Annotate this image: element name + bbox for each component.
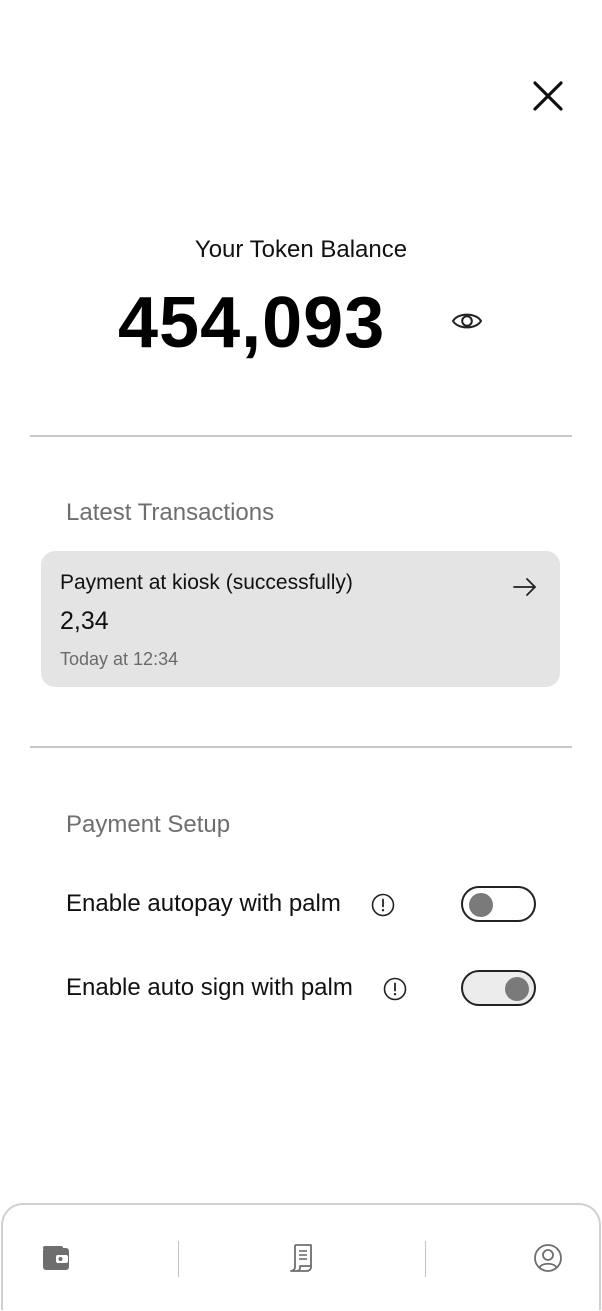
- nav-item-receipts[interactable]: [242, 1205, 362, 1310]
- nav-item-wallet[interactable]: [0, 1205, 116, 1310]
- receipt-icon: [290, 1243, 312, 1272]
- close-button[interactable]: [528, 76, 568, 116]
- arrow-right-icon[interactable]: [511, 575, 539, 599]
- nav-separator: [178, 1241, 179, 1277]
- transaction-card[interactable]: Payment at kiosk (successfully) 2,34 Tod…: [41, 551, 560, 687]
- wallet-screen: Your Token Balance 454,093 Latest Transa…: [0, 0, 602, 1311]
- transaction-amount: 2,34: [60, 607, 109, 635]
- transactions-section-title: Latest Transactions: [66, 499, 275, 526]
- setting-label-auto-sign: Enable auto sign with palm: [66, 974, 353, 1001]
- setting-row-auto-sign: Enable auto sign with palm: [66, 970, 546, 1010]
- toggle-knob: [469, 893, 493, 917]
- profile-icon: [534, 1243, 562, 1272]
- payment-setup-section-title: Payment Setup: [66, 811, 231, 838]
- info-icon[interactable]: [371, 893, 395, 917]
- divider: [30, 746, 572, 748]
- setting-label-autopay: Enable autopay with palm: [66, 890, 341, 917]
- nav-separator: [425, 1241, 426, 1277]
- toggle-visibility-button[interactable]: [449, 307, 485, 335]
- info-icon[interactable]: [383, 977, 407, 1001]
- setting-row-autopay: Enable autopay with palm: [66, 886, 546, 926]
- transaction-time: Today at 12:34: [60, 649, 179, 669]
- wallet-icon: [43, 1245, 69, 1270]
- autopay-toggle[interactable]: [461, 886, 536, 922]
- auto-sign-toggle[interactable]: [461, 970, 536, 1006]
- transaction-title: Payment at kiosk (successfully): [60, 571, 353, 594]
- bottom-nav: [1, 1203, 601, 1310]
- eye-icon: [451, 313, 483, 329]
- toggle-knob: [505, 977, 529, 1001]
- balance-label: Your Token Balance: [194, 236, 408, 263]
- balance-value: 454,093: [118, 283, 386, 363]
- balance-row: 454,093: [0, 278, 602, 368]
- close-icon: [533, 81, 563, 111]
- divider: [30, 435, 572, 437]
- nav-item-profile[interactable]: [488, 1205, 602, 1310]
